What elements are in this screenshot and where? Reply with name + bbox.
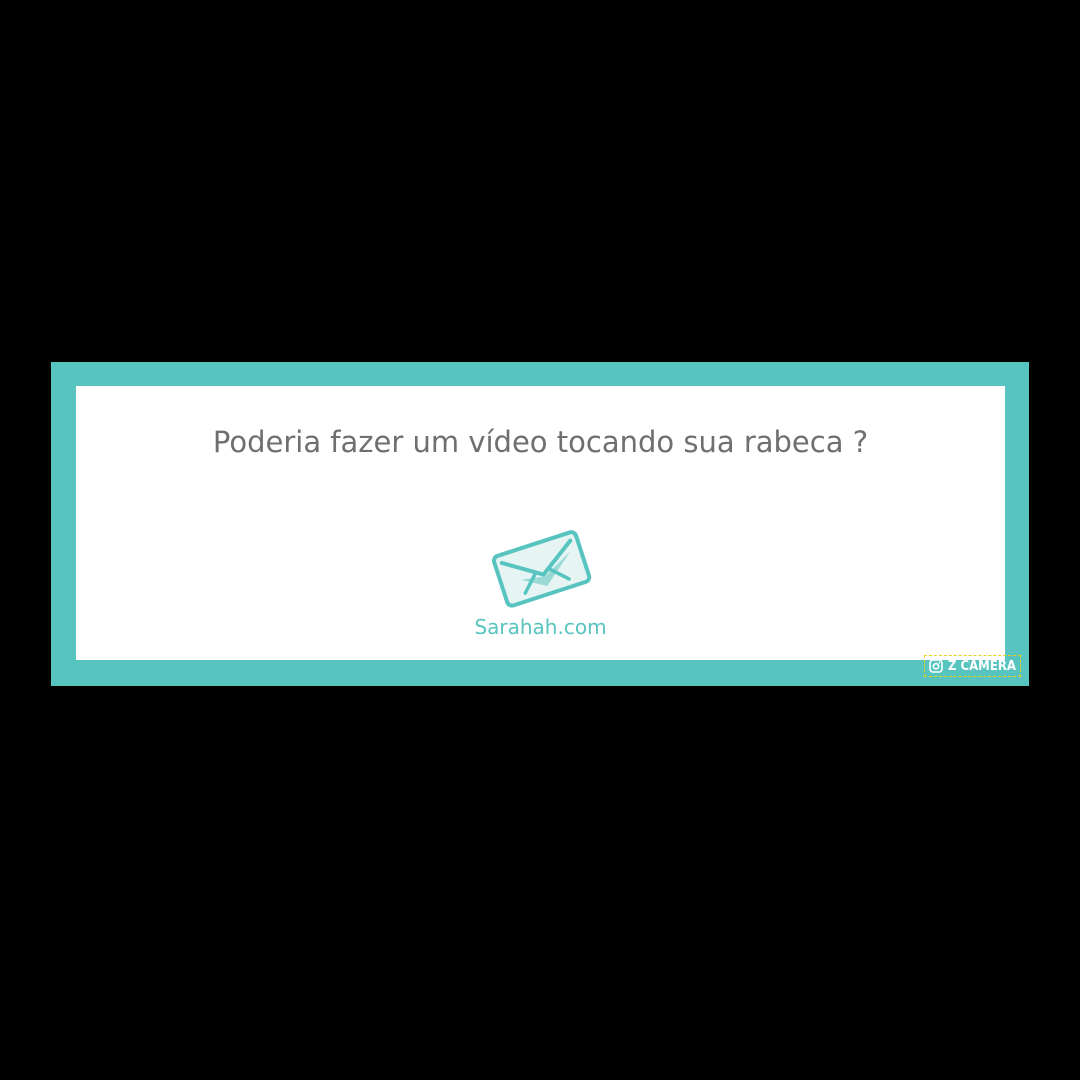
- message-text: Poderia fazer um vídeo tocando sua rabec…: [212, 425, 869, 459]
- camera-watermark: Z CAMERA: [924, 655, 1021, 677]
- screen: Poderia fazer um vídeo tocando sua rabec…: [0, 0, 1080, 1080]
- message-card: Poderia fazer um vídeo tocando sua rabec…: [76, 386, 1005, 660]
- brand-name: Sarahah.com: [474, 615, 607, 639]
- message-card-frame: Poderia fazer um vídeo tocando sua rabec…: [51, 362, 1029, 686]
- watermark-label: Z CAMERA: [948, 658, 1016, 674]
- envelope-icon: [491, 530, 592, 608]
- instagram-camera-icon: [929, 659, 943, 673]
